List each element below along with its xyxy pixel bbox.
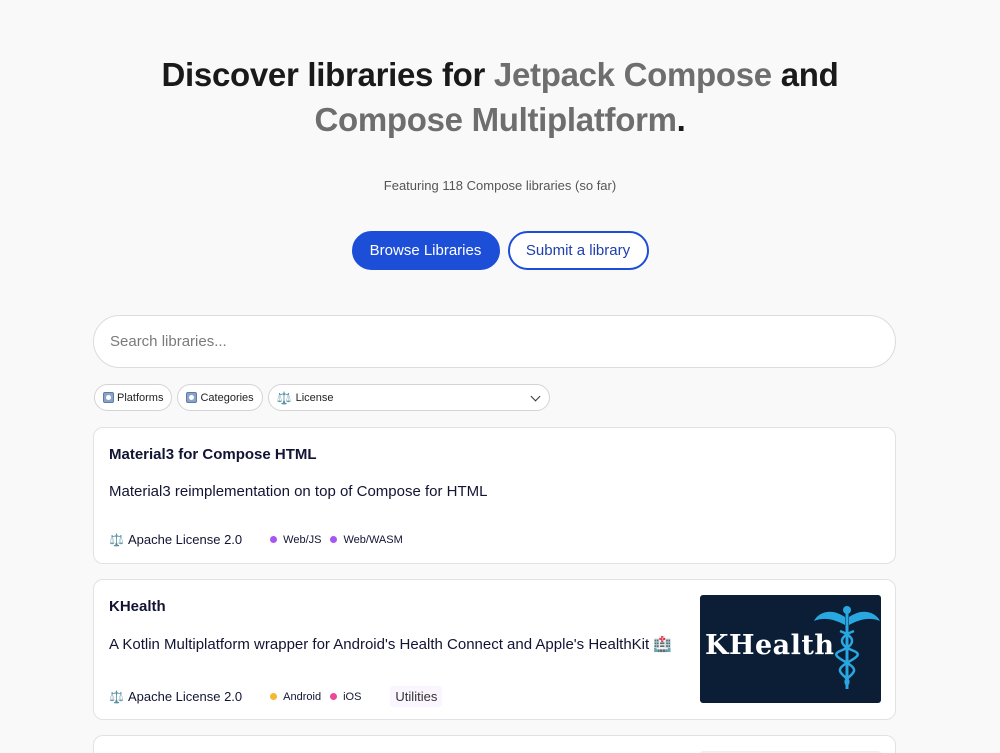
library-title[interactable]: KHealth xyxy=(109,598,166,615)
platform-badge: Android xyxy=(270,691,321,703)
library-card-khealth[interactable]: KHealth A Kotlin Multiplatform wrapper f… xyxy=(93,579,896,720)
hero-title-accent-jetpack: Jetpack Compose xyxy=(493,56,772,93)
library-meta: ⚖️ Apache License 2.0 Android iOS Utilit… xyxy=(109,686,443,707)
platform-dot-icon xyxy=(330,693,338,700)
library-thumbnail[interactable]: KHealth xyxy=(700,595,881,703)
platforms-icon xyxy=(103,392,114,403)
chevron-down-icon xyxy=(530,391,541,401)
platform-name: iOS xyxy=(343,690,362,703)
submit-library-button[interactable]: Submit a library xyxy=(507,231,649,270)
hero-subtitle: Featuring 118 Compose libraries (so far) xyxy=(383,178,617,193)
library-license: ⚖️ Apache License 2.0 xyxy=(109,689,242,704)
hero-title-mid: and xyxy=(771,56,839,93)
library-card-partial[interactable] xyxy=(93,735,896,753)
browse-libraries-button[interactable]: Browse Libraries xyxy=(351,231,500,270)
filter-bar: Platforms Categories ⚖️ License xyxy=(94,384,550,411)
license-select[interactable]: ⚖️ License xyxy=(267,384,550,411)
license-text: Apache License 2.0 xyxy=(127,689,243,704)
search-input[interactable] xyxy=(93,315,896,368)
license-text: Apache License 2.0 xyxy=(127,532,243,547)
hero-title-suffix: . xyxy=(676,101,686,138)
platforms-filter[interactable]: Platforms xyxy=(94,384,173,411)
platform-badge: Web/WASM xyxy=(330,533,403,546)
caduceus-icon xyxy=(814,606,880,689)
platform-name: Android xyxy=(283,690,322,703)
categories-filter-label: Categories xyxy=(200,391,254,404)
platform-name: Web/JS xyxy=(283,533,322,546)
hero-title-accent-multiplatform: Compose Multiplatform xyxy=(314,101,677,138)
platform-dot-icon xyxy=(270,693,278,700)
library-meta: ⚖️ Apache License 2.0 Web/JS Web/WASM xyxy=(109,532,412,547)
platforms-filter-label: Platforms xyxy=(117,391,164,404)
library-card-material3[interactable]: Material3 for Compose HTML Material3 rei… xyxy=(93,427,896,564)
scale-icon: ⚖️ xyxy=(109,532,124,547)
platform-badge: iOS xyxy=(330,691,361,703)
library-title[interactable]: Material3 for Compose HTML xyxy=(109,446,317,463)
scale-icon: ⚖️ xyxy=(109,689,124,704)
categories-icon xyxy=(186,392,198,403)
license-select-label: License xyxy=(295,391,334,404)
platform-name: Web/WASM xyxy=(343,533,403,546)
cta-row: Browse Libraries Submit a library xyxy=(0,231,1000,270)
scale-icon: ⚖️ xyxy=(276,390,292,405)
hero-title-prefix: Discover libraries for xyxy=(161,56,494,93)
categories-filter[interactable]: Categories xyxy=(177,384,263,411)
library-description: Material3 reimplementation on top of Com… xyxy=(109,483,488,500)
library-license: ⚖️ Apache License 2.0 xyxy=(109,532,242,547)
library-description: A Kotlin Multiplatform wrapper for Andro… xyxy=(109,636,673,653)
hero-title: Discover libraries for Jetpack Compose a… xyxy=(0,52,1000,142)
platform-badge: Web/JS xyxy=(270,534,321,546)
platform-dot-icon xyxy=(330,536,338,543)
category-tag[interactable]: Utilities xyxy=(390,686,443,707)
platform-dot-icon xyxy=(270,536,278,543)
